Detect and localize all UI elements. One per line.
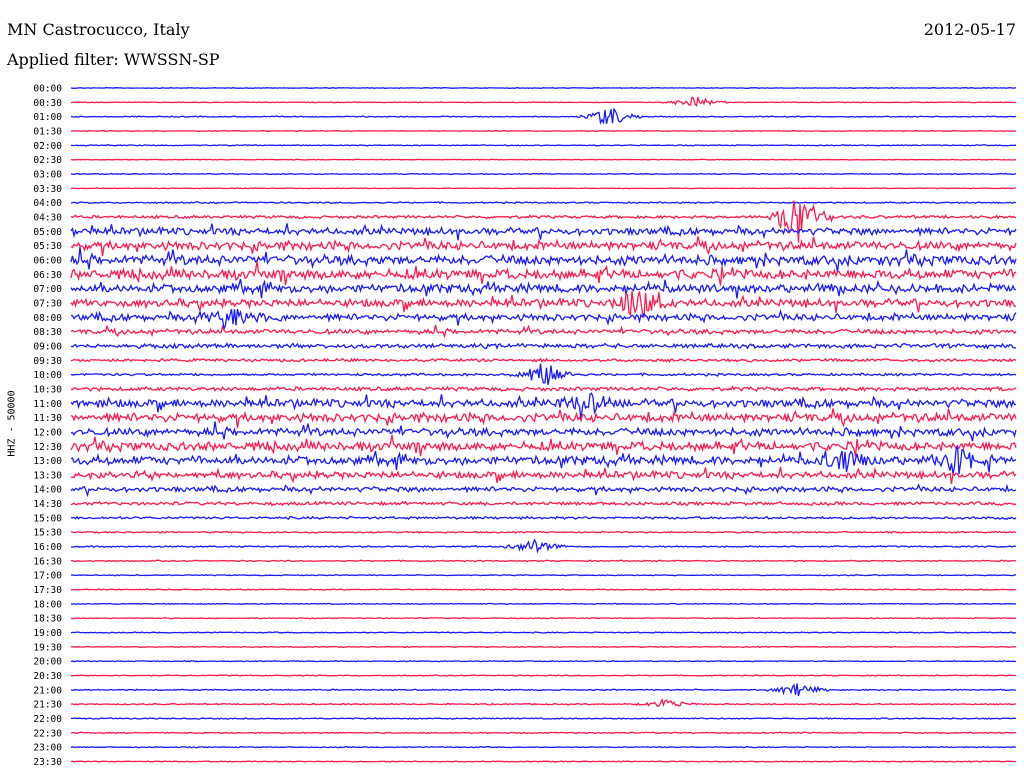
seismic-trace [70,96,1017,108]
time-tick-label: 00:30 [33,98,62,109]
helicorder-plot: 00:00 00:30 01:00 01:30 02:00 02:30 03:00 03:30… [33,84,1017,768]
seismic-trace [70,717,1017,720]
time-tick-label: 19:00 [33,628,62,639]
seismic-trace [70,530,1017,534]
seismic-trace [70,408,1017,429]
seismic-trace [70,363,1017,386]
time-tick-label: 08:30 [33,327,62,338]
seismic-trace [70,483,1017,498]
time-tick-label: 23:30 [33,757,62,768]
seismic-trace [70,200,1017,243]
seismic-trace [71,588,1017,591]
time-tick-label: 18:00 [33,599,62,610]
seismic-trace [70,573,1017,577]
time-tick-label: 15:30 [33,528,62,539]
time-tick-label: 05:00 [33,227,62,238]
time-tick-label: 07:30 [33,298,62,309]
seismic-trace [70,616,1017,620]
seismic-trace [70,421,1017,442]
seismic-trace [70,308,1017,330]
time-tick-label: 02:30 [33,155,62,166]
time-tick-label: 11:30 [33,413,62,424]
seismic-trace [70,745,1017,749]
seismic-trace [70,357,1017,364]
seismic-trace [70,697,1017,708]
time-tick-label: 19:30 [33,642,62,653]
time-tick-label: 07:00 [33,284,62,295]
seismic-trace [70,236,1017,257]
time-tick-label: 10:30 [33,384,62,395]
seismic-trace [70,158,1017,161]
seismic-trace [70,107,1016,125]
time-tick-label: 10:00 [33,370,62,381]
time-tick-label: 04:00 [33,198,62,209]
time-tick-label: 13:00 [33,456,62,467]
time-tick-label: 01:00 [33,112,62,123]
time-tick-label: 13:30 [33,470,62,481]
time-tick-label: 17:00 [33,571,62,582]
time-tick-label: 21:00 [33,685,62,696]
time-tick-label: 11:00 [33,399,62,410]
seismic-trace [70,261,1017,286]
time-tick-label: 15:00 [33,513,62,524]
seismic-trace [70,187,1017,190]
time-tick-label: 14:30 [33,499,62,510]
time-tick-label: 12:00 [33,427,62,438]
time-tick-label: 16:00 [33,542,62,553]
seismic-trace [70,466,1017,484]
seismic-trace [70,602,1017,606]
time-tick-label: 08:00 [33,313,62,324]
time-tick-label: 09:00 [33,341,62,352]
seismic-trace [70,538,1017,554]
seismic-trace [70,645,1017,649]
seismic-trace [70,129,1017,133]
time-tick-label: 16:30 [33,556,62,567]
time-tick-label: 03:00 [33,169,62,180]
time-tick-label: 06:30 [33,270,62,281]
seismic-trace [70,144,1017,147]
time-tick-label: 20:30 [33,671,62,682]
time-tick-label: 17:30 [33,585,62,596]
seismic-trace [70,559,1017,563]
time-tick-label: 02:00 [33,141,62,152]
seismic-trace [70,385,1017,393]
time-tick-label: 03:30 [33,184,62,195]
time-tick-label: 20:00 [33,657,62,668]
seismic-trace [70,342,1017,350]
time-tick-label: 22:30 [33,728,62,739]
time-tick-label: 21:30 [33,700,62,711]
seismic-trace [70,760,1017,763]
seismic-trace [70,223,1017,241]
time-tick-label: 23:00 [33,743,62,754]
time-tick-label: 00:00 [33,84,62,95]
seismic-trace [70,324,1017,339]
time-tick-label: 05:30 [33,241,62,252]
seismic-trace [70,172,1017,176]
time-tick-label: 01:30 [33,126,62,137]
seismic-trace [70,434,1017,457]
seismic-trace [70,278,1017,299]
seismic-trace [70,731,1017,735]
seismic-trace [70,500,1017,507]
seismic-trace [70,86,1017,90]
time-tick-label: 06:00 [33,255,62,266]
seismic-trace [70,631,1017,634]
time-tick-label: 04:30 [33,212,62,223]
time-tick-label: 09:30 [33,356,62,367]
seismic-trace [70,200,1017,205]
time-tick-label: 18:30 [33,614,62,625]
time-tick-label: 22:00 [33,714,62,725]
time-tick-label: 14:00 [33,485,62,496]
seismic-trace [70,683,1017,696]
seismic-trace [70,659,1017,663]
seismic-trace [70,674,1017,677]
seismic-trace [70,515,1017,521]
time-tick-label: 12:30 [33,442,62,453]
